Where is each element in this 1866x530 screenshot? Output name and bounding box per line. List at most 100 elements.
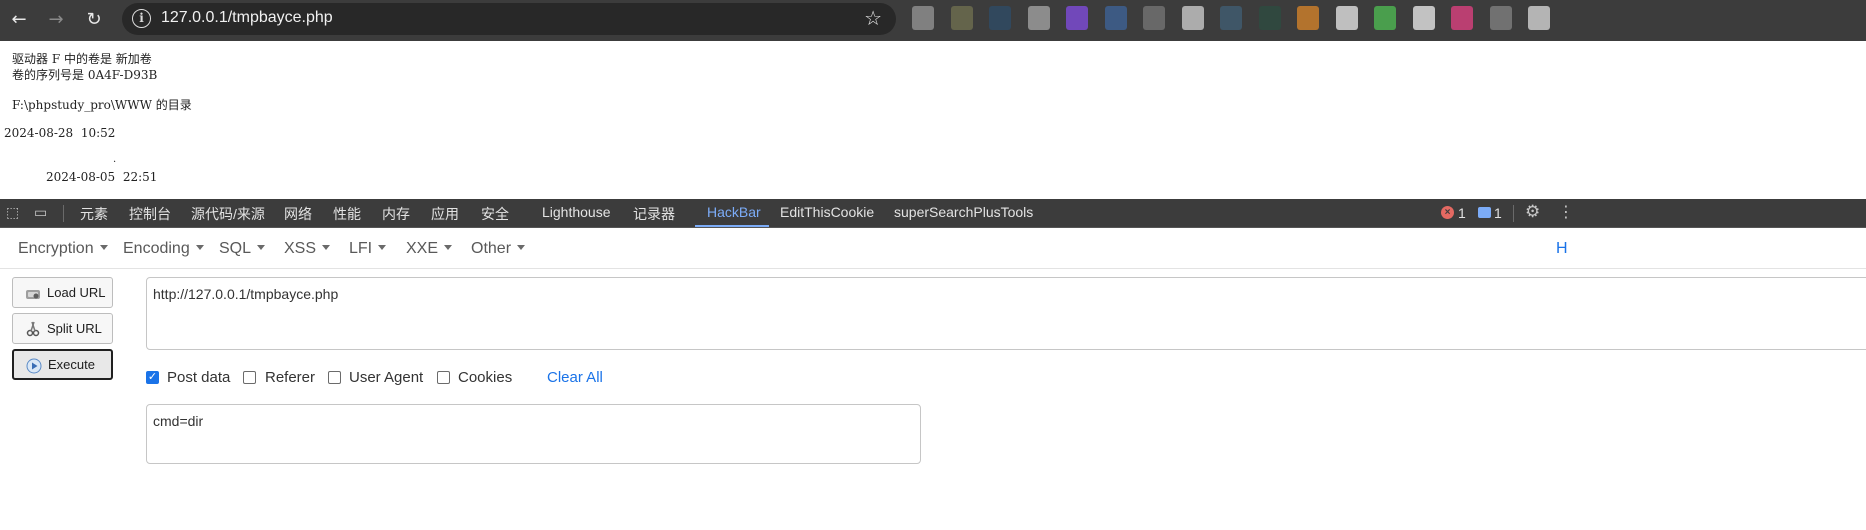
caret-down-icon [322, 245, 331, 250]
execute-label: Execute [48, 357, 95, 372]
bookmark-star-icon[interactable]: ☆ [864, 6, 882, 30]
url-textarea[interactable]: http://127.0.0.1/tmpbayce.php [146, 277, 1866, 350]
reload-icon[interactable]: ↻ [79, 5, 109, 35]
execute-button[interactable]: Execute [12, 349, 113, 380]
tab-supersearchplustools[interactable]: superSearchPlusTools [894, 204, 1033, 220]
hackbar-right-link[interactable]: H [1556, 240, 1568, 258]
extension-icon[interactable] [1220, 6, 1242, 30]
tab-sources[interactable]: 源代码/来源 [191, 204, 265, 224]
message-icon[interactable] [1478, 207, 1491, 218]
tab-memory[interactable]: 内存 [382, 204, 410, 224]
menu-xxe[interactable]: XXE [406, 240, 453, 258]
caret-down-icon [378, 245, 387, 250]
tab-console[interactable]: 控制台 [129, 204, 171, 224]
tab-hackbar[interactable]: HackBar [707, 204, 761, 220]
menu-label: LFI [349, 240, 373, 257]
extension-icon[interactable] [1336, 6, 1358, 30]
post-data-label[interactable]: Post data [167, 369, 230, 386]
listing-entry-1: 2024-08-28 10:52 [4, 126, 116, 140]
menu-label: XXE [406, 240, 439, 257]
extension-icon[interactable] [1066, 6, 1088, 30]
page-output: 驱动器 F 中的卷是 新加卷 卷的序列号是 0A4F-D93B F:\phpst… [0, 41, 1866, 199]
extension-icon[interactable] [1259, 6, 1281, 30]
caret-down-icon [99, 245, 108, 250]
message-count[interactable]: 1 [1494, 205, 1502, 221]
menu-encryption[interactable]: Encryption [18, 240, 108, 258]
extension-icon[interactable] [1297, 6, 1319, 30]
post-data-value[interactable]: cmd=dir [153, 413, 203, 429]
address-bar[interactable]: i 127.0.0.1/tmpbayce.php ☆ [122, 3, 896, 35]
tab-performance[interactable]: 性能 [333, 204, 361, 224]
post-data-textarea[interactable]: cmd=dir [146, 404, 921, 464]
tab-network[interactable]: 网络 [284, 204, 312, 224]
tab-application[interactable]: 应用 [431, 204, 459, 224]
active-tab-indicator [695, 225, 769, 227]
load-url-button[interactable]: Load URL [12, 277, 113, 308]
tab-editthiscookie[interactable]: EditThisCookie [780, 204, 874, 220]
address-url[interactable]: 127.0.0.1/tmpbayce.php [161, 9, 333, 27]
inspect-element-icon[interactable]: ⬚ [6, 205, 19, 221]
cookies-label[interactable]: Cookies [458, 369, 512, 386]
tab-lighthouse[interactable]: Lighthouse [542, 204, 611, 220]
menu-label: XSS [284, 240, 317, 257]
tab-elements[interactable]: 元素 [80, 204, 108, 224]
load-url-icon [26, 290, 40, 299]
split-url-button[interactable]: Split URL [12, 313, 113, 344]
extension-icon[interactable] [1182, 6, 1204, 30]
referer-checkbox[interactable] [243, 371, 256, 384]
settings-gear-icon[interactable]: ⚙ [1525, 202, 1540, 222]
tab-recorder[interactable]: 记录器 [633, 204, 675, 224]
extension-icon[interactable] [951, 6, 973, 30]
hackbar-menu: Encryption Encoding SQL XSS LFI XXE Othe… [0, 229, 1866, 269]
menu-encoding[interactable]: Encoding [123, 240, 204, 258]
clear-all-link[interactable]: Clear All [547, 369, 603, 386]
extension-icon[interactable] [1143, 6, 1165, 30]
tab-security[interactable]: 安全 [481, 204, 509, 224]
more-options-icon[interactable]: ⋮ [1558, 202, 1574, 221]
menu-sql[interactable]: SQL [219, 240, 266, 258]
forward-arrow-icon[interactable]: → [41, 5, 71, 35]
extension-icon[interactable] [989, 6, 1011, 30]
back-arrow-icon[interactable]: ← [4, 5, 34, 35]
extension-icon[interactable] [1028, 6, 1050, 30]
extension-icon[interactable] [1105, 6, 1127, 30]
volume-label-line: 驱动器 F 中的卷是 新加卷 [12, 52, 152, 66]
listing-dot: . [113, 154, 117, 165]
extension-icon[interactable] [1413, 6, 1435, 30]
play-icon [26, 358, 42, 374]
error-count[interactable]: 1 [1458, 205, 1466, 221]
split-url-label: Split URL [47, 321, 102, 336]
device-toolbar-icon[interactable]: ▭ [34, 205, 47, 221]
caret-down-icon [195, 245, 204, 250]
load-url-label: Load URL [47, 285, 106, 300]
directory-line: F:\phpstudy_pro\WWW 的目录 [12, 98, 192, 112]
user-agent-label[interactable]: User Agent [349, 369, 423, 386]
extension-icon[interactable] [1490, 6, 1512, 30]
referer-label[interactable]: Referer [265, 369, 315, 386]
post-data-checkbox[interactable]: ✓ [146, 371, 159, 384]
devtools-tabbar: ⬚ ▭ 元素 控制台 源代码/来源 网络 性能 内存 应用 安全 Lightho… [0, 199, 1866, 228]
menu-label: Other [471, 240, 512, 257]
extension-icon[interactable] [912, 6, 934, 30]
volume-serial-line: 卷的序列号是 0A4F-D93B [12, 68, 158, 82]
caret-down-icon [517, 245, 526, 250]
menu-other[interactable]: Other [471, 240, 526, 258]
menu-lfi[interactable]: LFI [349, 240, 387, 258]
url-value[interactable]: http://127.0.0.1/tmpbayce.php [153, 286, 338, 302]
site-info-icon[interactable]: i [132, 9, 151, 28]
menu-label: Encryption [18, 240, 94, 257]
user-agent-checkbox[interactable] [328, 371, 341, 384]
menu-label: SQL [219, 240, 252, 257]
menu-xss[interactable]: XSS [284, 240, 331, 258]
listing-entry-2: 2024-08-05 22:51 [46, 170, 158, 184]
browser-toolbar: ← → ↻ i 127.0.0.1/tmpbayce.php ☆ [0, 0, 1866, 41]
scissors-icon [26, 321, 40, 337]
extension-icon[interactable] [1374, 6, 1396, 30]
caret-down-icon [444, 245, 453, 250]
extension-icon[interactable] [1451, 6, 1473, 30]
cookies-checkbox[interactable] [437, 371, 450, 384]
error-icon[interactable]: × [1441, 206, 1454, 219]
caret-down-icon [257, 245, 266, 250]
extension-icon[interactable] [1528, 6, 1550, 30]
divider [1513, 205, 1514, 222]
